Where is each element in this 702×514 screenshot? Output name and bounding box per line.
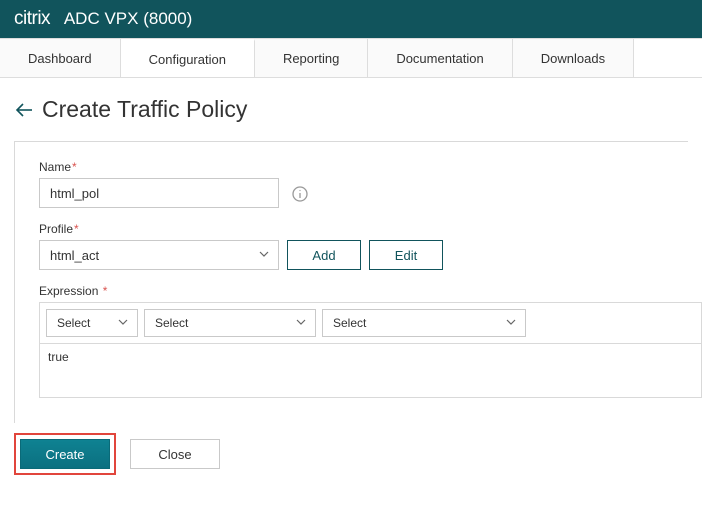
chevron-down-icon — [295, 316, 307, 331]
expression-select-2[interactable]: Select — [144, 309, 316, 337]
edit-button[interactable]: Edit — [369, 240, 443, 270]
name-label: Name* — [39, 160, 688, 174]
tab-reporting[interactable]: Reporting — [255, 39, 368, 77]
profile-select[interactable]: html_act — [39, 240, 279, 270]
profile-select-value: html_act — [50, 248, 99, 263]
chevron-down-icon — [258, 248, 270, 263]
expression-select-1[interactable]: Select — [46, 309, 138, 337]
form-panel: Name* Profile* html_act Add Edit Express… — [14, 141, 688, 423]
chevron-down-icon — [505, 316, 517, 331]
expression-textarea[interactable] — [39, 344, 702, 398]
chevron-down-icon — [117, 316, 129, 331]
page-header: Create Traffic Policy — [0, 78, 702, 129]
brand-logo: citrix. — [14, 8, 50, 30]
main-tabs: Dashboard Configuration Reporting Docume… — [0, 38, 702, 78]
expression-label: Expression * — [39, 284, 688, 298]
footer-buttons: Create Close — [14, 433, 702, 475]
back-arrow-icon[interactable] — [14, 100, 34, 120]
name-input[interactable] — [39, 178, 279, 208]
tab-downloads[interactable]: Downloads — [513, 39, 634, 77]
tab-configuration[interactable]: Configuration — [121, 39, 255, 77]
expression-field-row: Expression * Select Select Select — [39, 284, 688, 401]
name-field-row: Name* — [39, 160, 688, 208]
close-button[interactable]: Close — [130, 439, 220, 469]
page-title: Create Traffic Policy — [42, 96, 247, 123]
profile-field-row: Profile* html_act Add Edit — [39, 222, 688, 270]
create-button[interactable]: Create — [20, 439, 110, 469]
tab-dashboard[interactable]: Dashboard — [0, 39, 121, 77]
profile-label: Profile* — [39, 222, 688, 236]
product-name: ADC VPX (8000) — [64, 9, 193, 29]
create-highlight: Create — [14, 433, 116, 475]
tab-documentation[interactable]: Documentation — [368, 39, 512, 77]
info-icon[interactable] — [291, 185, 309, 203]
expression-selector-bar: Select Select Select — [39, 302, 702, 344]
top-bar: citrix. ADC VPX (8000) — [0, 0, 702, 38]
expression-select-3[interactable]: Select — [322, 309, 526, 337]
add-button[interactable]: Add — [287, 240, 361, 270]
